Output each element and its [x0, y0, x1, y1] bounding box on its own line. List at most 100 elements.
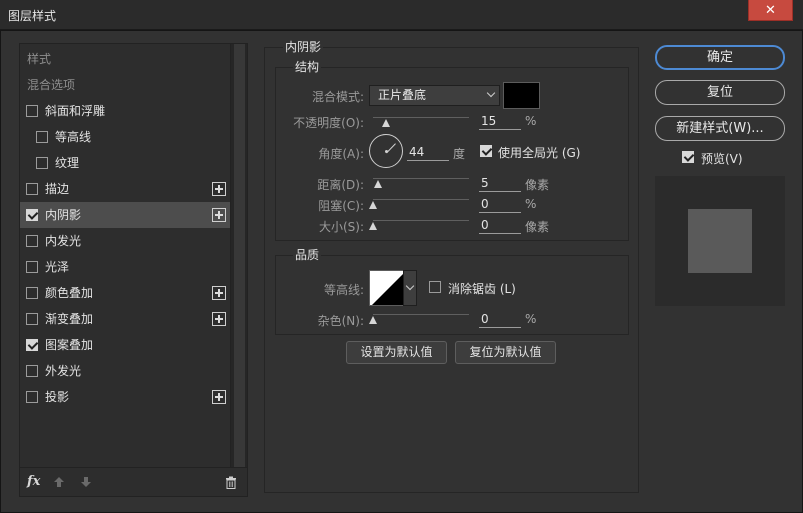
set-default-button[interactable]: 设置为默认值	[346, 341, 447, 364]
style-item[interactable]: 内阴影	[20, 202, 231, 228]
ok-button[interactable]: 确定	[655, 45, 785, 70]
style-item-checkbox[interactable]	[26, 365, 38, 377]
new-style-button[interactable]: 新建样式(W)...	[655, 116, 785, 141]
distance-slider-track[interactable]	[373, 178, 469, 179]
fx-button[interactable]: fx	[27, 474, 40, 489]
chevron-down-icon	[486, 88, 496, 98]
style-item-checkbox[interactable]	[26, 339, 38, 351]
style-item-checkbox[interactable]	[26, 209, 38, 221]
style-item[interactable]: 描边	[20, 176, 231, 202]
angle-label: 角度(A):	[318, 147, 364, 161]
style-item-label: 斜面和浮雕	[45, 104, 106, 118]
style-item-label: 内发光	[45, 234, 82, 248]
style-item-checkbox[interactable]	[26, 391, 38, 403]
style-item[interactable]: 光泽	[20, 254, 231, 280]
add-effect-icon[interactable]	[212, 312, 226, 326]
style-item-label: 颜色叠加	[45, 286, 94, 300]
noise-slider-knob[interactable]	[369, 316, 378, 324]
move-down-icon[interactable]	[80, 476, 92, 488]
style-item-label: 内阴影	[45, 208, 82, 222]
add-effect-icon[interactable]	[212, 390, 226, 404]
angle-dial-center	[385, 150, 388, 153]
style-item-checkbox[interactable]	[26, 313, 38, 325]
preview-label: 预览(V)	[701, 152, 743, 166]
style-item-label: 投影	[45, 390, 70, 404]
size-slider-track[interactable]	[373, 220, 469, 221]
angle-unit: 度	[453, 147, 466, 161]
scrollbar-thumb[interactable]	[234, 44, 245, 467]
move-up-icon[interactable]	[53, 476, 65, 488]
blend-mode-select[interactable]: 正片叠底	[369, 85, 500, 106]
preview-thumbnail	[688, 209, 752, 273]
size-field[interactable]: 0	[479, 218, 521, 234]
noise-slider-track[interactable]	[373, 314, 469, 315]
style-item[interactable]: 图案叠加	[20, 332, 231, 358]
list-header-blending-options[interactable]: 混合选项	[20, 72, 231, 98]
style-item[interactable]: 等高线	[20, 124, 231, 150]
angle-field[interactable]: 44	[407, 145, 449, 161]
distance-slider-knob[interactable]	[374, 180, 383, 188]
style-item-checkbox[interactable]	[26, 261, 38, 273]
list-scrollbar[interactable]	[230, 44, 247, 467]
distance-unit: 像素	[525, 178, 550, 192]
style-item[interactable]: 纹理	[20, 150, 231, 176]
opacity-field[interactable]: 15	[479, 114, 521, 130]
style-item-checkbox[interactable]	[36, 131, 48, 143]
choke-label: 阻塞(C):	[318, 199, 364, 213]
chevron-down-icon	[405, 281, 415, 291]
style-item[interactable]: 投影	[20, 384, 231, 410]
contour-label: 等高线:	[323, 283, 364, 297]
preview-checkbox[interactable]	[682, 151, 694, 163]
choke-field[interactable]: 0	[479, 197, 521, 213]
size-label: 大小(S):	[318, 220, 364, 234]
add-effect-icon[interactable]	[212, 286, 226, 300]
title-bar: 图层样式 ✕	[0, 0, 803, 30]
style-item-checkbox[interactable]	[26, 105, 38, 117]
style-item[interactable]: 外发光	[20, 358, 231, 384]
size-unit: 像素	[525, 220, 550, 234]
contour-dropdown[interactable]	[403, 270, 417, 306]
style-item-label: 等高线	[55, 130, 92, 144]
distance-label: 距离(D):	[317, 178, 364, 192]
style-item[interactable]: 内发光	[20, 228, 231, 254]
close-button[interactable]: ✕	[748, 0, 793, 21]
noise-unit: %	[525, 312, 537, 326]
opacity-slider-knob[interactable]	[382, 119, 391, 127]
angle-dial[interactable]	[369, 134, 403, 168]
add-effect-icon[interactable]	[212, 182, 226, 196]
choke-slider-knob[interactable]	[369, 201, 378, 209]
reset-default-button[interactable]: 复位为默认值	[455, 341, 556, 364]
choke-slider-track[interactable]	[373, 199, 469, 200]
style-item[interactable]: 渐变叠加	[20, 306, 231, 332]
global-light-checkbox[interactable]	[480, 145, 492, 157]
style-item-checkbox[interactable]	[26, 287, 38, 299]
distance-field[interactable]: 5	[479, 176, 521, 192]
antialias-label: 消除锯齿 (L)	[448, 282, 516, 296]
style-item-label: 图案叠加	[45, 338, 94, 352]
panel-title: 内阴影	[283, 38, 324, 55]
contour-preview[interactable]	[369, 270, 405, 306]
style-item-checkbox[interactable]	[26, 183, 38, 195]
add-effect-icon[interactable]	[212, 208, 226, 222]
noise-field[interactable]: 0	[479, 312, 521, 328]
style-item-label: 纹理	[55, 156, 80, 170]
choke-unit: %	[525, 197, 537, 211]
trash-icon[interactable]	[225, 476, 237, 489]
style-list: 样式 混合选项 斜面和浮雕等高线纹理描边内阴影内发光光泽颜色叠加渐变叠加图案叠加…	[19, 43, 248, 497]
shadow-color-swatch[interactable]	[503, 82, 540, 109]
size-slider-knob[interactable]	[369, 222, 378, 230]
quality-title: 品质	[293, 246, 322, 263]
style-item[interactable]: 斜面和浮雕	[20, 98, 231, 124]
style-item-checkbox[interactable]	[26, 235, 38, 247]
style-item-label: 光泽	[45, 260, 70, 274]
reset-button[interactable]: 复位	[655, 80, 785, 105]
opacity-slider-track[interactable]	[373, 117, 469, 118]
blend-mode-value: 正片叠底	[378, 88, 427, 102]
style-item-checkbox[interactable]	[36, 157, 48, 169]
style-item[interactable]: 颜色叠加	[20, 280, 231, 306]
blend-mode-label: 混合模式:	[311, 90, 364, 104]
style-item-label: 描边	[45, 182, 70, 196]
antialias-checkbox[interactable]	[429, 281, 441, 293]
list-header-styles[interactable]: 样式	[20, 46, 231, 72]
list-footer: fx	[20, 467, 247, 497]
